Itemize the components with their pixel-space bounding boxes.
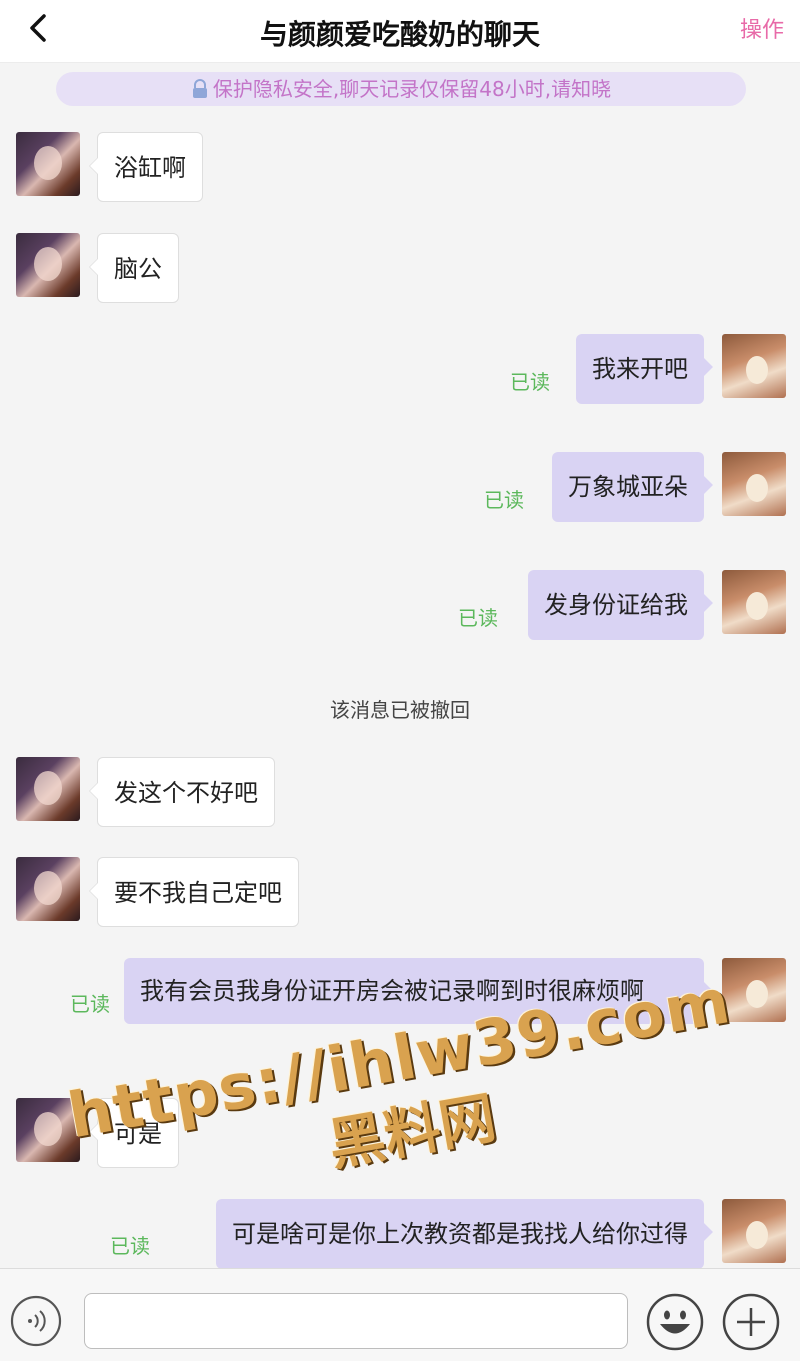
received-message-bubble[interactable]: 要不我自己定吧 — [89, 857, 299, 927]
recalled-message-notice: 该消息已被撤回 — [330, 698, 470, 722]
user-avatar[interactable] — [722, 570, 786, 634]
contact-avatar[interactable] — [16, 1098, 80, 1162]
sent-message-bubble[interactable]: 我来开吧 — [576, 334, 713, 404]
page-title: 与颜颜爱吃酸奶的聊天 — [259, 18, 540, 51]
sent-message-bubble[interactable]: 万象城亚朵 — [552, 452, 713, 522]
message-input-bar — [0, 1268, 800, 1361]
user-avatar[interactable] — [722, 1199, 786, 1263]
user-avatar[interactable] — [722, 958, 786, 1022]
sent-message-bubble[interactable]: 我有会员我身份证开房会被记录啊到时很麻烦啊 — [124, 958, 713, 1024]
user-avatar[interactable] — [722, 334, 786, 398]
read-status: 已读 — [510, 370, 550, 394]
contact-avatar[interactable] — [16, 857, 80, 921]
received-message-bubble[interactable]: 脑公 — [89, 233, 179, 303]
received-message-bubble[interactable]: 可是 — [89, 1098, 179, 1168]
received-message-bubble[interactable]: 浴缸啊 — [89, 132, 203, 202]
contact-avatar[interactable] — [16, 233, 80, 297]
read-status: 已读 — [70, 992, 110, 1016]
received-message-bubble[interactable]: 发这个不好吧 — [89, 757, 275, 827]
contact-avatar[interactable] — [16, 132, 80, 196]
sent-message-bubble[interactable]: 可是啥可是你上次教资都是我找人给你过得 — [216, 1199, 713, 1269]
lock-icon — [192, 79, 207, 98]
privacy-notice: 保护隐私安全,聊天记录仅保留48小时,请知晓 — [56, 72, 746, 106]
message-input[interactable] — [84, 1293, 628, 1349]
user-avatar[interactable] — [722, 452, 786, 516]
read-status: 已读 — [458, 606, 498, 630]
plus-icon[interactable] — [722, 1293, 780, 1351]
contact-avatar[interactable] — [16, 757, 80, 821]
voice-icon[interactable] — [10, 1295, 62, 1347]
sent-message-bubble[interactable]: 发身份证给我 — [528, 570, 713, 640]
privacy-notice-text: 保护隐私安全,聊天记录仅保留48小时,请知晓 — [212, 77, 612, 101]
read-status: 已读 — [110, 1234, 150, 1258]
emoji-icon[interactable] — [646, 1293, 704, 1351]
action-button[interactable]: 操作 — [740, 12, 784, 44]
read-status: 已读 — [484, 488, 524, 512]
chat-header: 与颜颜爱吃酸奶的聊天 操作 — [0, 0, 800, 63]
